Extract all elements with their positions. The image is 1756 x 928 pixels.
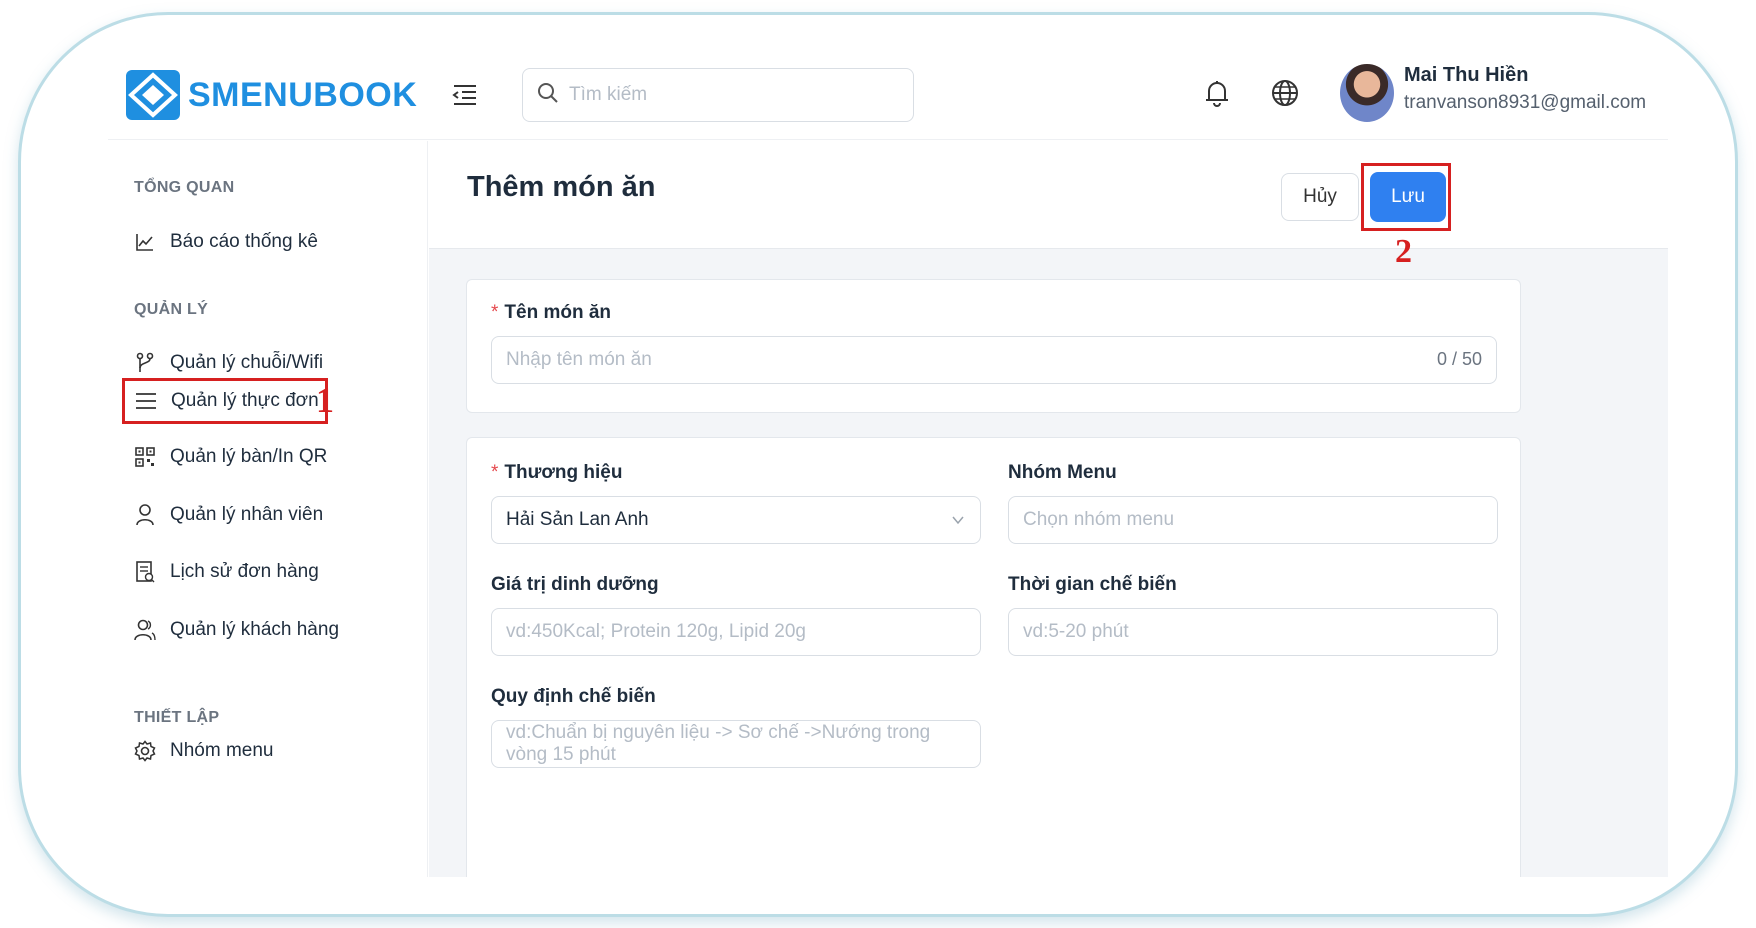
logo[interactable]: SMENUBOOK xyxy=(126,70,417,120)
qr-code-icon xyxy=(134,446,156,468)
search-icon xyxy=(537,82,559,109)
user-email: tranvanson8931@gmail.com xyxy=(1404,92,1647,113)
section-title-settings: THIẾT LẬP xyxy=(134,709,220,726)
top-header: SMENUBOOK Mai Thu Hiền tranvanson893 xyxy=(108,50,1668,140)
cook-time-label: Thời gian chế biến xyxy=(1008,574,1177,595)
save-button-highlight: Lưu xyxy=(1361,163,1451,231)
process-placeholder: vd:Chuẩn bị nguyên liệu -> Sơ chế ->Nướn… xyxy=(506,722,931,765)
annotation-marker-2: 2 xyxy=(1395,233,1412,270)
main-content: Thêm món ăn Hủy Lưu 2 * Tên món ăn Nhập t… xyxy=(429,141,1668,877)
section-title-manage: QUẢN LÝ xyxy=(134,301,209,318)
menu-list-icon xyxy=(135,390,157,412)
brand-selected-value: Hải Sản Lan Anh xyxy=(506,509,649,530)
sidebar-item-label: Lịch sử đơn hàng xyxy=(170,561,319,582)
avatar[interactable] xyxy=(1340,64,1394,122)
sidebar-item-label: Báo cáo thống kê xyxy=(170,231,318,252)
brand-select[interactable]: Hải Sản Lan Anh xyxy=(491,496,981,544)
dish-name-placeholder: Nhập tên món ăn xyxy=(506,349,652,370)
dish-name-label-text: Tên món ăn xyxy=(504,302,612,323)
save-button[interactable]: Lưu xyxy=(1370,172,1446,222)
chevron-down-icon xyxy=(950,512,966,534)
sidebar-item-label: Quản lý bàn/In QR xyxy=(170,446,328,467)
sidebar-item-label: Quản lý thực đơn xyxy=(171,390,319,411)
sidebar-item-customers[interactable]: Quản lý khách hàng xyxy=(134,610,339,650)
brand-label-text: Thương hiệu xyxy=(504,462,623,483)
sidebar-item-menu-groups[interactable]: Nhóm menu xyxy=(134,731,274,771)
cancel-button[interactable]: Hủy xyxy=(1281,173,1359,221)
page-header: Thêm món ăn Hủy Lưu 2 xyxy=(429,141,1668,270)
sidebar-item-staff[interactable]: Quản lý nhân viên xyxy=(134,495,323,535)
menu-toggle-icon[interactable] xyxy=(450,80,480,110)
order-history-icon xyxy=(134,561,156,583)
menu-group-placeholder: Chọn nhóm menu xyxy=(1023,509,1175,530)
search-box[interactable] xyxy=(522,68,914,122)
page-title: Thêm món ăn xyxy=(467,171,656,203)
sidebar-item-order-history[interactable]: Lịch sử đơn hàng xyxy=(134,552,319,592)
section-title-overview: TỔNG QUAN xyxy=(134,179,235,196)
required-mark: * xyxy=(491,462,499,483)
sidebar-item-reports[interactable]: Báo cáo thống kê xyxy=(134,222,318,262)
nutrition-placeholder: vd:450Kcal; Protein 120g, Lipid 20g xyxy=(506,621,806,642)
sidebar-item-label: Quản lý khách hàng xyxy=(170,619,340,640)
language-globe-icon[interactable] xyxy=(1268,76,1302,110)
sidebar: TỔNG QUAN Báo cáo thống kê QUẢN LÝ Quản … xyxy=(108,141,428,877)
nutrition-field[interactable]: vd:450Kcal; Protein 120g, Lipid 20g xyxy=(491,608,981,656)
process-label: Quy định chế biến xyxy=(491,686,656,707)
process-field[interactable]: vd:Chuẩn bị nguyên liệu -> Sơ chế ->Nướn… xyxy=(491,720,981,768)
annotation-marker-1: 1 xyxy=(316,380,334,420)
cook-time-placeholder: vd:5-20 phút xyxy=(1023,621,1129,642)
sidebar-item-label: Quản lý nhân viên xyxy=(170,504,324,525)
nutrition-label: Giá trị dinh dưỡng xyxy=(491,574,659,595)
dish-name-label: * Tên món ăn xyxy=(491,302,611,324)
brand-label: * Thương hiệu xyxy=(491,462,622,484)
dish-name-card: * Tên món ăn Nhập tên món ăn 0 / 50 xyxy=(466,279,1521,413)
sidebar-item-tables-qr[interactable]: Quản lý bàn/In QR xyxy=(134,437,327,477)
search-input[interactable] xyxy=(569,84,889,106)
logo-icon xyxy=(126,70,180,120)
required-mark: * xyxy=(491,302,499,323)
logo-text: SMENUBOOK xyxy=(188,75,418,114)
gear-icon xyxy=(134,740,156,762)
sidebar-item-menu-management[interactable]: Quản lý thực đơn xyxy=(122,378,328,424)
sidebar-item-chain-wifi[interactable]: Quản lý chuỗi/Wifi xyxy=(134,343,323,383)
dish-details-card: * Thương hiệu Hải Sản Lan Anh Nhóm Menu C… xyxy=(466,437,1521,877)
chart-line-icon xyxy=(134,231,156,253)
customers-icon xyxy=(134,619,156,641)
user-name: Mai Thu Hiền xyxy=(1404,64,1529,86)
char-counter: 0 / 50 xyxy=(1436,349,1482,369)
menu-group-label: Nhóm Menu xyxy=(1008,462,1117,483)
sidebar-item-label: Quản lý chuỗi/Wifi xyxy=(170,352,324,373)
cook-time-field[interactable]: vd:5-20 phút xyxy=(1008,608,1498,656)
notification-bell-icon[interactable] xyxy=(1200,76,1234,110)
sidebar-item-label: Nhóm menu xyxy=(170,740,274,761)
branch-icon xyxy=(134,352,156,374)
dish-name-field[interactable]: Nhập tên món ăn 0 / 50 xyxy=(491,336,1497,384)
menu-group-select[interactable]: Chọn nhóm menu xyxy=(1008,496,1498,544)
app-window: SMENUBOOK Mai Thu Hiền tranvanson893 xyxy=(108,50,1668,877)
user-icon xyxy=(134,504,156,526)
